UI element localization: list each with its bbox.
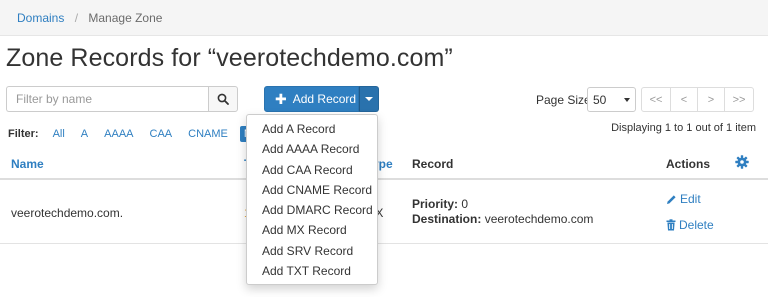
table-row: veerotechdemo.com. 1 IX Priority: 0 Dest… — [0, 182, 768, 244]
search-icon — [217, 93, 229, 105]
menu-item-add-mx[interactable]: Add MX Record — [247, 220, 377, 240]
last-page-button[interactable]: >> — [724, 87, 754, 112]
search-button[interactable] — [208, 86, 238, 112]
caret-down-icon — [365, 97, 373, 101]
filter-label: Filter: — [8, 128, 39, 140]
priority-label: Priority: — [412, 197, 459, 211]
edit-label: Edit — [680, 192, 701, 206]
menu-item-add-caa[interactable]: Add CAA Record — [247, 160, 377, 180]
trash-icon — [666, 219, 676, 231]
displaying-count: Displaying 1 to 1 out of 1 item — [611, 122, 756, 134]
menu-item-add-dmarc[interactable]: Add DMARC Record — [247, 200, 377, 220]
search-group — [6, 86, 238, 112]
gear-icon[interactable] — [735, 155, 749, 169]
destination-value: veerotechdemo.com — [484, 212, 594, 226]
pagination: << < > >> — [641, 87, 754, 112]
filter-all[interactable]: All — [53, 128, 65, 140]
breadcrumb-domains-link[interactable]: Domains — [17, 11, 64, 25]
add-record-split-button: ✚ Add Record — [264, 86, 379, 112]
first-page-button[interactable]: << — [641, 87, 671, 112]
filter-bar: Filter: All A AAAA CAA CNAME MX — [8, 126, 280, 142]
destination-label: Destination: — [412, 212, 482, 226]
table-header: Name T ype Record Actions — [0, 146, 768, 180]
record-name: veerotechdemo.com. — [11, 206, 124, 220]
prev-page-button[interactable]: < — [670, 87, 698, 112]
menu-item-add-aaaa[interactable]: Add AAAA Record — [247, 139, 377, 159]
delete-label: Delete — [679, 218, 714, 232]
breadcrumb-current: Manage Zone — [88, 11, 163, 25]
page-size-select[interactable]: 50 — [587, 87, 636, 112]
column-header-name[interactable]: Name — [11, 157, 44, 171]
edit-link[interactable]: Edit — [666, 192, 701, 206]
plus-icon: ✚ — [275, 91, 287, 107]
menu-item-add-srv[interactable]: Add SRV Record — [247, 241, 377, 261]
record-details: Priority: 0 Destination: veerotechdemo.c… — [412, 197, 593, 227]
add-record-menu: Add A Record Add AAAA Record Add CAA Rec… — [246, 114, 378, 285]
menu-item-add-txt[interactable]: Add TXT Record — [247, 261, 377, 281]
add-record-label: Add Record — [292, 92, 357, 106]
page-size-label: Page Size — [536, 93, 591, 107]
delete-link[interactable]: Delete — [666, 218, 714, 232]
column-header-actions: Actions — [666, 157, 711, 171]
next-page-button[interactable]: > — [697, 87, 725, 112]
page-size-value: 50 — [593, 93, 607, 107]
column-header-record: Record — [412, 157, 454, 171]
menu-item-add-a[interactable]: Add A Record — [247, 119, 377, 139]
filter-cname[interactable]: CNAME — [188, 128, 228, 140]
priority-value: 0 — [461, 197, 469, 211]
breadcrumb-separator: / — [74, 11, 79, 25]
search-input[interactable] — [6, 86, 208, 112]
caret-down-icon — [624, 98, 630, 102]
add-record-dropdown-toggle[interactable] — [359, 86, 379, 112]
breadcrumb: Domains / Manage Zone — [0, 0, 768, 36]
pencil-icon — [667, 194, 676, 204]
page-title: Zone Records for “veerotechdemo.com” — [6, 44, 453, 72]
add-record-button[interactable]: ✚ Add Record — [264, 86, 359, 112]
menu-item-add-cname[interactable]: Add CNAME Record — [247, 180, 377, 200]
filter-a[interactable]: A — [81, 128, 88, 140]
filter-caa[interactable]: CAA — [150, 128, 173, 140]
filter-aaaa[interactable]: AAAA — [104, 128, 133, 140]
